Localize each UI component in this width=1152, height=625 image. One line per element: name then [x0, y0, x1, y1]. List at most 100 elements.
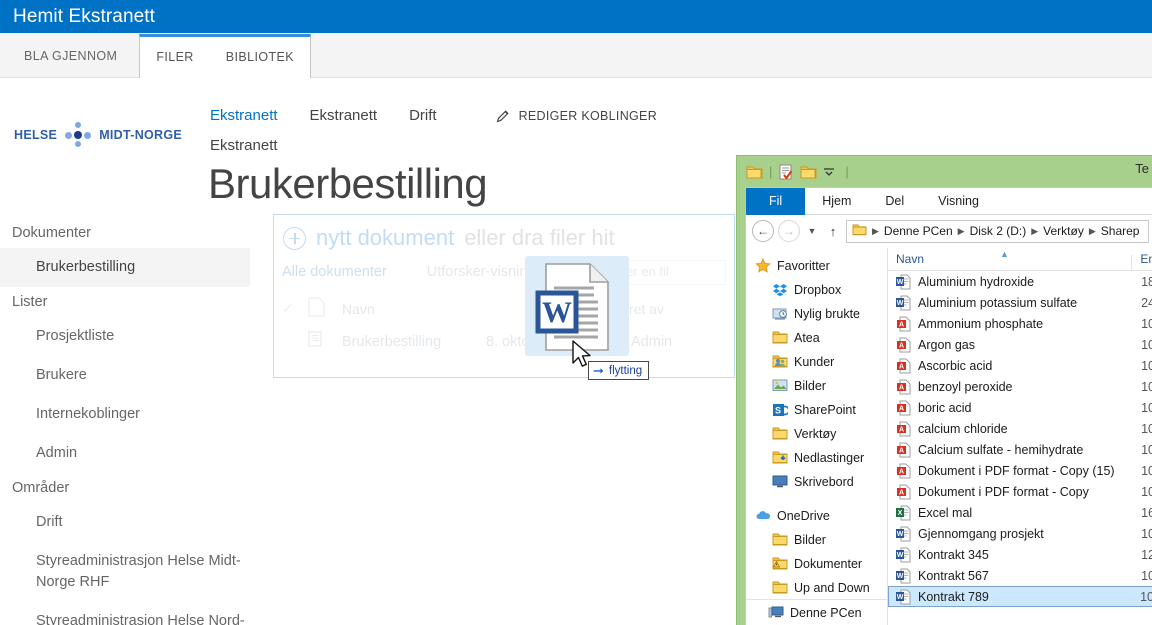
row-name-brukerbestilling[interactable]: Brukerbestilling — [342, 334, 486, 350]
sidebar-item-styreadmin-nord[interactable]: Styreadministrasjon Helse Nord-Trøndelag… — [0, 602, 250, 625]
svg-text:A: A — [899, 447, 904, 454]
explorer-address-bar: ← → ▼ ↑ ▶ Denne PCen ▶ Disk 2 (D:) ▶ Ver… — [746, 215, 1152, 247]
file-name-label: Aluminium potassium sulfate — [918, 295, 1078, 310]
file-modified-cell: 10 — [1141, 442, 1152, 457]
sidebar-item-drift[interactable]: Drift — [0, 503, 250, 542]
suite-bar: Hemit Ekstranett — [0, 0, 1152, 33]
sidebar-item-prosjektliste[interactable]: Prosjektliste — [0, 317, 250, 356]
breadcrumb-verktoy[interactable]: Verktøy — [1043, 224, 1084, 238]
pdf-icon: A — [896, 337, 911, 353]
file-row[interactable]: W Kontrakt 345 12 — [888, 544, 1152, 565]
nav-item-onedrive-bilder[interactable]: Bilder — [746, 528, 887, 552]
nav-link-ekstranett-current[interactable]: Ekstranett — [210, 103, 294, 128]
nav-link-drift[interactable]: Drift — [409, 103, 453, 128]
nav-item-up-and-down[interactable]: Up and Down — [746, 576, 887, 600]
forward-arrow-icon[interactable]: → — [778, 220, 800, 242]
nav-item-nylig-brukte[interactable]: Nylig brukte — [746, 302, 887, 326]
sidebar-item-internekoblinger[interactable]: Internekoblinger — [0, 395, 250, 434]
chevron-down-icon[interactable] — [822, 164, 839, 180]
view-selector: Alle dokumenter Utforsker-visning Søk et… — [274, 251, 734, 285]
nav-item-verktoy[interactable]: Verktøy — [746, 422, 887, 446]
nav-link-ekstranett[interactable]: Ekstranett — [310, 103, 394, 128]
properties-icon[interactable] — [778, 164, 795, 180]
column-header-navn[interactable]: Navn ▲ — [888, 249, 1133, 271]
file-row[interactable]: A Dokument i PDF format - Copy 10 — [888, 481, 1152, 502]
chevron-down-icon[interactable]: ▼ — [804, 226, 820, 236]
nav-item-label: Nedlastinger — [794, 451, 865, 465]
file-name-label: calcium chloride — [918, 421, 1008, 436]
file-row[interactable]: A Ammonium phosphate 10 — [888, 313, 1152, 334]
nav-item-dropbox[interactable]: Dropbox — [746, 278, 887, 302]
file-row[interactable]: A calcium chloride 10 — [888, 418, 1152, 439]
select-all-checkmark-icon[interactable]: ✓ — [282, 300, 308, 317]
drag-files-hint: eller dra filer hit — [464, 225, 615, 250]
file-modified-cell: 24 — [1141, 295, 1152, 310]
sidebar-item-styreadmin-midt[interactable]: Styreadministrasjon Helse Midt-Norge RHF — [0, 542, 250, 602]
file-name-cell: W Kontrakt 567 — [888, 568, 1133, 584]
tab-bibliotek[interactable]: BIBLIOTEK — [210, 37, 310, 78]
file-row[interactable]: X Excel mal 16 — [888, 502, 1152, 523]
sort-ascending-icon: ▲ — [1000, 249, 1009, 259]
breadcrumb-denne-pcen[interactable]: Denne PCen — [884, 224, 953, 238]
nav-item-denne-pcen[interactable]: Denne PCen — [746, 599, 887, 625]
sidebar-item-brukere[interactable]: Brukere — [0, 356, 250, 395]
folder-icon[interactable] — [800, 164, 817, 180]
nav-link-ekstranett-sub[interactable]: Ekstranett — [210, 133, 294, 158]
helse-midt-norge-logo: HELSE MIDT-NORGE — [14, 122, 182, 148]
sidebar-item-brukerbestilling[interactable]: Brukerbestilling — [0, 248, 250, 288]
breadcrumb-sharepoint[interactable]: Sharep — [1101, 224, 1140, 238]
file-row[interactable]: A Calcium sulfate - hemihydrate 10 — [888, 439, 1152, 460]
file-name-cell: A Argon gas — [888, 337, 1133, 353]
file-row[interactable]: A benzoyl peroxide 10 — [888, 376, 1152, 397]
nav-item-favoritter[interactable]: Favoritter — [746, 254, 887, 278]
file-row[interactable]: W Gjennomgang prosjekt 10 — [888, 523, 1152, 544]
new-document-row[interactable]: nytt dokument eller dra filer hit — [274, 215, 734, 251]
view-alle-dokumenter[interactable]: Alle dokumenter — [282, 264, 387, 280]
file-name-cell: W Aluminium potassium sulfate — [888, 295, 1133, 311]
tab-filer[interactable]: FILER — [140, 37, 209, 78]
document-library-drop-area[interactable]: nytt dokument eller dra filer hit Alle d… — [273, 214, 735, 378]
folder-icon[interactable] — [746, 164, 763, 180]
breadcrumb-separator: ▶ — [957, 225, 965, 236]
file-row[interactable]: W Kontrakt 567 10 — [888, 565, 1152, 586]
nav-item-skrivebord[interactable]: Skrivebord — [746, 470, 887, 494]
table-row[interactable]: Brukerbestilling 8. oktober 2009 Admin — [274, 320, 734, 353]
tab-visning[interactable]: Visning — [921, 188, 996, 215]
word-icon: W — [896, 589, 911, 605]
tab-del[interactable]: Del — [868, 188, 921, 215]
file-row[interactable]: W Aluminium potassium sulfate 24 — [888, 292, 1152, 313]
nav-item-label: SharePoint — [794, 403, 856, 417]
nav-item-onedrive-dokumenter[interactable]: Dokumenter — [746, 552, 887, 576]
nav-item-bilder[interactable]: Bilder — [746, 374, 887, 398]
breadcrumb-disk-2[interactable]: Disk 2 (D:) — [970, 224, 1027, 238]
file-row[interactable]: A Ascorbic acid 10 — [888, 355, 1152, 376]
file-row[interactable]: A Dokument i PDF format - Copy (15) 10 — [888, 460, 1152, 481]
file-row[interactable]: A boric acid 10 — [888, 397, 1152, 418]
nav-item-sharepoint[interactable]: S SharePoint — [746, 398, 887, 422]
file-row[interactable]: A Argon gas 10 — [888, 334, 1152, 355]
pdf-icon: A — [896, 484, 911, 500]
nav-item-kunder[interactable]: Kunder — [746, 350, 887, 374]
file-modified-cell: 10 — [1141, 463, 1152, 478]
nav-item-label: Favoritter — [777, 259, 830, 273]
back-arrow-icon[interactable]: ← — [752, 220, 774, 242]
edit-links-button[interactable]: REDIGER KOBLINGER — [495, 108, 657, 124]
file-row[interactable]: W Aluminium hydroxide 18 — [888, 271, 1152, 292]
column-header-endret[interactable]: En — [1132, 252, 1152, 266]
pictures-folder-icon — [772, 378, 788, 394]
nav-item-onedrive[interactable]: OneDrive — [746, 504, 887, 528]
word-icon: W — [896, 274, 911, 290]
view-utforsker-visning[interactable]: Utforsker-visning — [427, 264, 536, 280]
tab-hjem[interactable]: Hjem — [805, 188, 868, 215]
tab-bla-gjennom[interactable]: BLA GJENNOM — [8, 34, 133, 78]
tab-fil[interactable]: Fil — [746, 188, 806, 215]
nav-item-atea[interactable]: Atea — [746, 326, 887, 350]
file-modified-cell: 10 — [1140, 589, 1152, 604]
file-row-selected[interactable]: W Kontrakt 789 10 — [888, 586, 1152, 607]
up-arrow-icon[interactable]: ↑ — [824, 224, 842, 239]
nav-item-nedlastinger[interactable]: Nedlastinger — [746, 446, 887, 470]
quick-launch-nav: Dokumenter Brukerbestilling Lister Prosj… — [0, 218, 250, 625]
explorer-title-bar[interactable]: | | Te — [737, 156, 1152, 187]
sidebar-item-admin[interactable]: Admin — [0, 434, 250, 473]
breadcrumb[interactable]: ▶ Denne PCen ▶ Disk 2 (D:) ▶ Verktøy ▶ S… — [846, 219, 1149, 243]
